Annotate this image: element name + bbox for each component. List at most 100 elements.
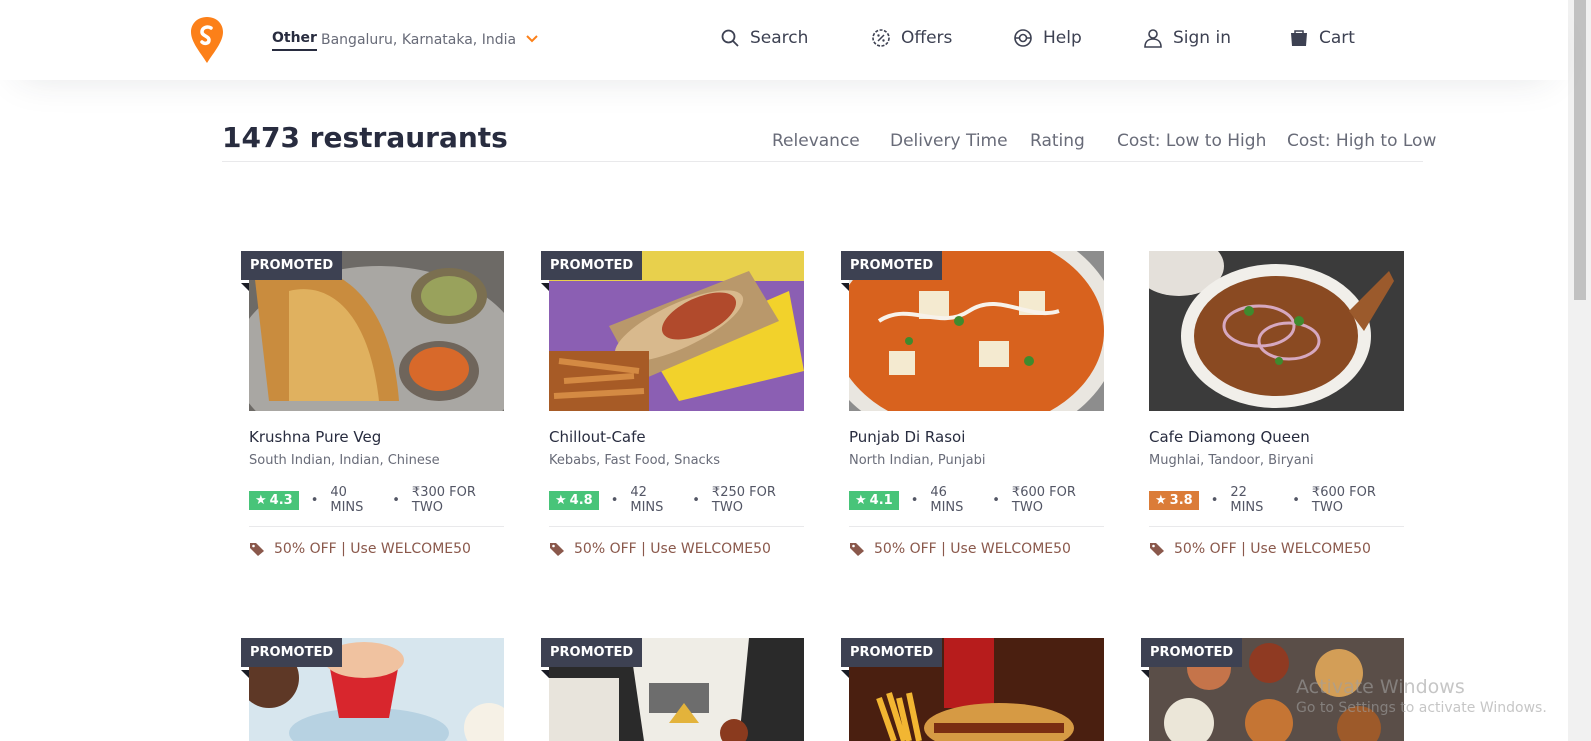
promoted-badge-fold (841, 670, 849, 678)
search-icon (721, 29, 739, 47)
sort-relevance[interactable]: Relevance (772, 131, 860, 151)
nav-cart[interactable]: Cart (1289, 28, 1355, 48)
promoted-badge: PROMOTED (841, 638, 943, 667)
cost-for-two: ₹600 FOR TWO (1011, 485, 1076, 515)
offer-tag-icon (550, 543, 564, 556)
promoted-badge-fold (241, 670, 249, 678)
restaurant-meta: ★ 4.8 • 42 MINS • ₹250 FOR TWO (549, 485, 804, 515)
help-icon (1014, 29, 1032, 47)
card-divider (249, 526, 504, 527)
nav-cart-label: Cart (1319, 28, 1355, 48)
promoted-badge-fold (541, 283, 549, 291)
promoted-badge-fold (241, 283, 249, 291)
scrollbar-thumb[interactable] (1574, 0, 1586, 300)
offer-tag-icon (250, 543, 264, 556)
promoted-badge: PROMOTED (541, 638, 643, 667)
separator-dot: • (910, 492, 919, 508)
restaurant-image (1149, 251, 1404, 411)
location-type[interactable]: Other (272, 30, 317, 51)
offers-icon (872, 29, 890, 47)
card-divider (849, 526, 1104, 527)
restaurant-meta: ★ 3.8 • 22 MINS • ₹600 FOR TWO (1149, 485, 1404, 515)
sort-rating[interactable]: Rating (1030, 131, 1085, 151)
restaurant-name: Punjab Di Rasoi (849, 428, 966, 446)
separator-dot: • (992, 492, 1000, 508)
cart-icon (1291, 30, 1307, 46)
nav-offers-label: Offers (901, 28, 953, 48)
user-icon (1144, 29, 1162, 48)
chevron-down-icon[interactable] (525, 34, 539, 44)
separator-dot: • (610, 492, 619, 508)
rating-value: 3.8 (1169, 492, 1193, 508)
rating-value: 4.3 (269, 492, 293, 508)
activate-windows-title: Activate Windows (1296, 676, 1465, 698)
site-header: Other Bangaluru, Karnataka, India Search… (0, 0, 1568, 80)
rating-badge: ★ 4.3 (249, 490, 299, 510)
restaurant-cuisines: North Indian, Punjabi (849, 453, 986, 468)
nav-search-label: Search (750, 28, 809, 48)
cost-for-two: ₹600 FOR TWO (1311, 485, 1376, 515)
offer-text: 50% OFF | Use WELCOME50 (574, 541, 771, 557)
promoted-badge-fold (541, 670, 549, 678)
cost-for-two: ₹250 FOR TWO (711, 485, 776, 515)
restaurant-name: Chillout-Cafe (549, 428, 646, 446)
offer-tag-icon (1150, 543, 1164, 556)
card-divider (549, 526, 804, 527)
rating-badge: ★ 4.1 (849, 490, 899, 510)
cost-for-two: ₹300 FOR TWO (411, 485, 476, 515)
nav-help-label: Help (1043, 28, 1082, 48)
offer-text: 50% OFF | Use WELCOME50 (274, 541, 471, 557)
nav-offers[interactable]: Offers (871, 28, 952, 48)
promoted-badge: PROMOTED (1141, 638, 1243, 667)
promoted-badge: PROMOTED (541, 251, 643, 280)
swiggy-logo-icon[interactable] (190, 16, 224, 64)
delivery-time: 46 MINS (930, 485, 964, 515)
restaurant-count-title: 1473 restraurants (222, 121, 508, 154)
restaurant-name: Cafe Diamong Queen (1149, 428, 1310, 446)
star-icon: ★ (1155, 492, 1167, 508)
rating-badge: ★ 3.8 (1149, 490, 1199, 510)
location-text[interactable]: Bangaluru, Karnataka, India (321, 32, 516, 48)
nav-help[interactable]: Help (1013, 28, 1082, 48)
separator-dot: • (692, 492, 700, 508)
separator-dot: • (310, 492, 319, 508)
offer-text: 50% OFF | Use WELCOME50 (1174, 541, 1371, 557)
star-icon: ★ (855, 492, 867, 508)
sort-cost-low-high[interactable]: Cost: Low to High (1117, 131, 1266, 151)
offer-text: 50% OFF | Use WELCOME50 (874, 541, 1071, 557)
restaurant-cuisines: Kebabs, Fast Food, Snacks (549, 453, 720, 468)
offer-row: 50% OFF | Use WELCOME50 (549, 541, 771, 557)
restaurant-name: Krushna Pure Veg (249, 428, 382, 446)
rating-badge: ★ 4.8 (549, 490, 599, 510)
restaurant-cuisines: Mughlai, Tandoor, Biryani (1149, 453, 1314, 468)
promoted-badge: PROMOTED (841, 251, 943, 280)
card-divider (1149, 526, 1404, 527)
nav-search[interactable]: Search (720, 28, 808, 48)
separator-dot: • (1292, 492, 1300, 508)
offer-row: 50% OFF | Use WELCOME50 (849, 541, 1071, 557)
nav-signin[interactable]: Sign in (1143, 28, 1231, 48)
delivery-time: 22 MINS (1230, 485, 1264, 515)
promoted-badge-fold (1141, 670, 1149, 678)
sort-cost-high-low[interactable]: Cost: High to Low (1287, 131, 1436, 151)
filter-divider (222, 161, 1423, 162)
restaurant-cuisines: South Indian, Indian, Chinese (249, 453, 440, 468)
rating-value: 4.8 (569, 492, 593, 508)
page-scrollbar[interactable] (1568, 0, 1591, 741)
promoted-badge: PROMOTED (241, 251, 343, 280)
restaurant-meta: ★ 4.1 • 46 MINS • ₹600 FOR TWO (849, 485, 1104, 515)
restaurant-meta: ★ 4.3 • 40 MINS • ₹300 FOR TWO (249, 485, 504, 515)
delivery-time: 40 MINS (330, 485, 364, 515)
promoted-badge-fold (841, 283, 849, 291)
promoted-badge: PROMOTED (241, 638, 343, 667)
nav-signin-label: Sign in (1173, 28, 1231, 48)
offer-row: 50% OFF | Use WELCOME50 (1149, 541, 1371, 557)
star-icon: ★ (555, 492, 567, 508)
offer-row: 50% OFF | Use WELCOME50 (249, 541, 471, 557)
separator-dot: • (1210, 492, 1219, 508)
offer-tag-icon (850, 543, 864, 556)
separator-dot: • (392, 492, 400, 508)
delivery-time: 42 MINS (630, 485, 664, 515)
rating-value: 4.1 (869, 492, 893, 508)
sort-delivery-time[interactable]: Delivery Time (890, 131, 1008, 151)
